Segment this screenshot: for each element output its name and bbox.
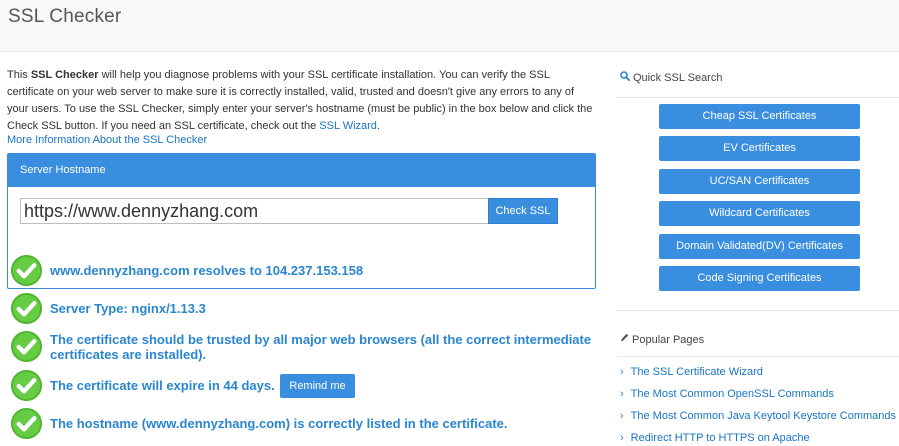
popular-link-label: The Most Common OpenSSL Commands [630, 388, 834, 400]
domain-validated-button[interactable]: Domain Validated(DV) Certificates [659, 234, 860, 259]
check-icon [10, 330, 43, 363]
intro-suffix: . [376, 120, 380, 132]
popular-pages-heading: Popular Pages [620, 333, 704, 346]
popular-pages-title: Popular Pages [632, 333, 705, 346]
divider [617, 356, 899, 357]
check-icon [10, 292, 43, 325]
result-text: The certificate will expire in 44 days. [50, 378, 275, 393]
result-text: The certificate should be trusted by all… [50, 331, 592, 362]
search-icon [620, 71, 631, 84]
intro-text: This SSL Checker will help you diagnose … [7, 67, 597, 135]
check-icon [10, 254, 43, 287]
result-row: www.dennyzhang.com resolves to 104.237.1… [10, 254, 363, 287]
result-text: The hostname (www.dennyzhang.com) is cor… [50, 416, 508, 431]
wildcard-button[interactable]: Wildcard Certificates [659, 201, 860, 226]
check-icon [10, 369, 43, 402]
result-row: The hostname (www.dennyzhang.com) is cor… [10, 407, 508, 440]
popular-link[interactable]: › The SSL Certificate Wizard [620, 366, 763, 378]
chevron-right-icon: › [620, 410, 624, 422]
result-row: Server Type: nginx/1.13.3 [10, 292, 206, 325]
page-title: SSL Checker [8, 6, 122, 27]
chevron-right-icon: › [620, 366, 624, 378]
result-text: Server Type: nginx/1.13.3 [50, 301, 206, 316]
popular-link-label: Redirect HTTP to HTTPS on Apache [630, 432, 810, 444]
result-row: The certificate should be trusted by all… [10, 330, 600, 363]
page-header: SSL Checker [0, 0, 899, 52]
sidebar: Quick SSL Search Cheap SSL Certificates … [617, 52, 899, 446]
uc-san-button[interactable]: UC/SAN Certificates [659, 169, 860, 194]
cheap-ssl-button[interactable]: Cheap SSL Certificates [659, 104, 860, 129]
ev-certificates-button[interactable]: EV Certificates [659, 136, 860, 161]
chevron-right-icon: › [620, 432, 624, 444]
remind-me-button[interactable]: Remind me [280, 374, 355, 398]
check-ssl-button[interactable]: Check SSL [488, 198, 558, 224]
quick-search-heading: Quick SSL Search [620, 71, 722, 84]
divider [617, 310, 899, 311]
intro-bold: SSL Checker [30, 69, 99, 81]
pencil-icon [620, 333, 629, 346]
more-info-link[interactable]: More Information About the SSL Checker [7, 134, 207, 146]
ssl-wizard-link[interactable]: SSL Wizard [319, 120, 377, 132]
popular-link[interactable]: › Redirect HTTP to HTTPS on Apache [620, 432, 810, 444]
code-signing-button[interactable]: Code Signing Certificates [659, 266, 860, 291]
panel-title: Server Hostname [8, 154, 595, 187]
result-text: www.dennyzhang.com resolves to 104.237.1… [50, 263, 364, 278]
hostname-input[interactable] [20, 198, 489, 224]
popular-link-label: The Most Common Java Keytool Keystore Co… [630, 410, 896, 422]
chevron-right-icon: › [620, 388, 624, 400]
check-icon [10, 407, 43, 440]
result-row: The certificate will expire in 44 days. [10, 369, 275, 402]
quick-search-title: Quick SSL Search [633, 71, 723, 84]
popular-link[interactable]: › The Most Common OpenSSL Commands [620, 388, 834, 400]
divider [617, 97, 899, 98]
intro-prefix: This [7, 69, 31, 81]
popular-link-label: The SSL Certificate Wizard [630, 366, 763, 378]
popular-link[interactable]: › The Most Common Java Keytool Keystore C… [620, 410, 896, 422]
